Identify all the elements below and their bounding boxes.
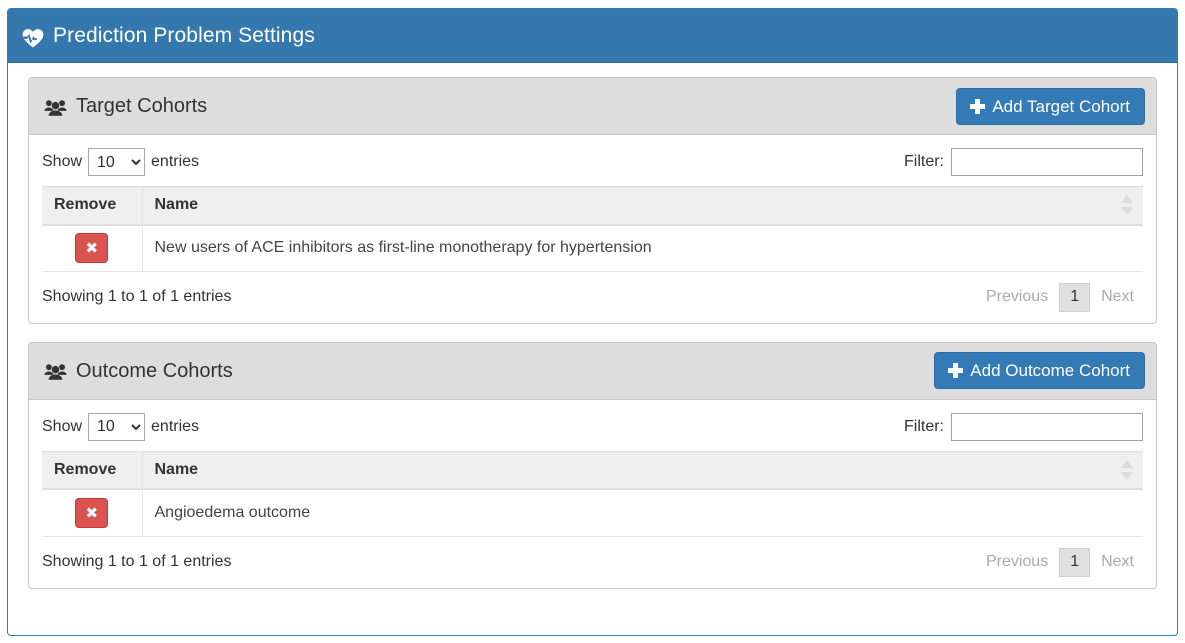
target-length-label: Show 10 25 50 100 entries xyxy=(42,148,205,176)
outcome-info: Showing 1 to 1 of 1 entries xyxy=(42,553,232,571)
target-cohorts-title: Target Cohorts xyxy=(76,95,208,117)
target-cohorts-table: Remove Name ✖ New users of ACE inhibitor… xyxy=(42,186,1143,272)
sort-desc-icon xyxy=(1121,207,1133,216)
next-page-button[interactable]: Next xyxy=(1092,549,1143,576)
add-target-cohort-button[interactable]: Add Target Cohort xyxy=(956,87,1145,125)
target-show-text: Show xyxy=(42,153,83,170)
sort-desc-icon xyxy=(1121,472,1133,481)
target-entries-select[interactable]: 10 25 50 100 xyxy=(88,148,146,176)
plus-icon xyxy=(948,363,964,379)
plus-icon xyxy=(970,98,986,114)
target-name-cell: New users of ACE inhibitors as first-lin… xyxy=(142,224,1143,272)
outcome-filter-control: Filter: xyxy=(904,412,1143,441)
target-filter-input[interactable] xyxy=(951,148,1143,176)
sort-asc-icon xyxy=(1121,460,1133,469)
sort-asc-icon xyxy=(1121,195,1133,204)
outcome-col-name-label: Name xyxy=(154,461,199,479)
outcome-cohorts-title-group: Outcome Cohorts xyxy=(44,361,233,381)
outcome-table-controls: Show 10 25 50 100 entries Filt xyxy=(42,412,1143,441)
target-cohorts-header: Target Cohorts Add Target Cohort xyxy=(29,78,1156,135)
previous-page-button[interactable]: Previous xyxy=(977,549,1057,576)
outcome-filter-input[interactable] xyxy=(951,412,1143,441)
outcome-length-label: Show 10 25 50 100 entries xyxy=(42,412,205,441)
target-cohorts-body: Show 10 25 50 100 entries Filt xyxy=(29,135,1156,323)
target-table-controls: Show 10 25 50 100 entries Filt xyxy=(42,148,1143,176)
outcome-col-remove[interactable]: Remove xyxy=(42,450,143,491)
page-title: Prediction Problem Settings xyxy=(53,24,315,47)
previous-page-button[interactable]: Previous xyxy=(977,284,1057,311)
outcome-table-footer: Showing 1 to 1 of 1 entries Previous 1 N… xyxy=(42,537,1143,577)
page-button-1[interactable]: 1 xyxy=(1059,547,1091,577)
target-pagination: Previous 1 Next xyxy=(977,283,1143,312)
target-filter-label-group: Filter: xyxy=(904,148,1143,176)
outcome-cohorts-title: Outcome Cohorts xyxy=(76,359,233,382)
table-row: ✖ Angioedema outcome xyxy=(42,489,1143,537)
outcome-header-row: Remove Name xyxy=(42,450,1143,491)
users-icon xyxy=(44,99,67,116)
target-cohorts-title-group: Target Cohorts xyxy=(44,96,207,116)
heartbeat-icon xyxy=(22,28,44,48)
target-col-remove[interactable]: Remove xyxy=(42,186,143,226)
target-col-name-label: Name xyxy=(154,196,199,214)
sort-icon[interactable] xyxy=(1121,460,1133,481)
users-icon xyxy=(44,363,67,381)
table-row: ✖ New users of ACE inhibitors as first-l… xyxy=(42,224,1143,272)
outcome-cohorts-body: Show 10 25 50 100 entries Filt xyxy=(29,400,1156,588)
next-page-button[interactable]: Next xyxy=(1092,284,1143,311)
outcome-filter-label-group: Filter: xyxy=(904,412,1143,441)
target-remove-cell: ✖ xyxy=(42,224,143,272)
add-outcome-cohort-button[interactable]: Add Outcome Cohort xyxy=(934,352,1145,390)
target-table-head: Remove Name xyxy=(42,186,1143,226)
outcome-table-body: ✖ Angioedema outcome xyxy=(42,489,1143,537)
page-header: Prediction Problem Settings xyxy=(8,9,1177,63)
outcome-length-control: Show 10 25 50 100 entries xyxy=(42,412,205,441)
target-table-footer: Showing 1 to 1 of 1 entries Previous 1 N… xyxy=(42,272,1143,312)
add-target-cohort-label: Add Target Cohort xyxy=(992,96,1130,116)
panels-container: Target Cohorts Add Target Cohort Show 10… xyxy=(8,63,1177,605)
page-button-1[interactable]: 1 xyxy=(1059,283,1091,312)
prediction-problem-settings-panel: Prediction Problem Settings Target Cohor… xyxy=(7,8,1178,636)
add-outcome-cohort-label: Add Outcome Cohort xyxy=(970,361,1130,381)
target-col-name[interactable]: Name xyxy=(142,186,1143,226)
outcome-entries-text: entries xyxy=(151,417,200,435)
remove-button[interactable]: ✖ xyxy=(75,498,109,529)
outcome-cohorts-header: Outcome Cohorts Add Outcome Cohort xyxy=(29,342,1156,400)
outcome-filter-label: Filter: xyxy=(904,417,944,435)
target-entries-text: entries xyxy=(151,153,200,170)
target-filter-label: Filter: xyxy=(904,153,944,170)
outcome-remove-cell: ✖ xyxy=(42,489,143,537)
target-length-control: Show 10 25 50 100 entries xyxy=(42,148,205,176)
target-filter-control: Filter: xyxy=(904,148,1143,176)
target-header-row: Remove Name xyxy=(42,186,1143,226)
outcome-cohorts-table: Remove Name ✖ Angioedema outcome xyxy=(42,450,1143,537)
target-info: Showing 1 to 1 of 1 entries xyxy=(42,288,232,306)
outcome-cohorts-panel: Outcome Cohorts Add Outcome Cohort Show … xyxy=(28,341,1157,589)
remove-button[interactable]: ✖ xyxy=(75,233,109,264)
target-table-body: ✖ New users of ACE inhibitors as first-l… xyxy=(42,224,1143,272)
outcome-pagination: Previous 1 Next xyxy=(977,547,1143,577)
outcome-show-text: Show xyxy=(42,417,83,435)
outcome-entries-select[interactable]: 10 25 50 100 xyxy=(88,412,146,441)
outcome-table-head: Remove Name xyxy=(42,450,1143,491)
outcome-name-cell: Angioedema outcome xyxy=(142,489,1143,537)
sort-icon[interactable] xyxy=(1121,195,1133,216)
target-cohorts-panel: Target Cohorts Add Target Cohort Show 10… xyxy=(28,77,1157,324)
outcome-col-name[interactable]: Name xyxy=(142,450,1143,491)
